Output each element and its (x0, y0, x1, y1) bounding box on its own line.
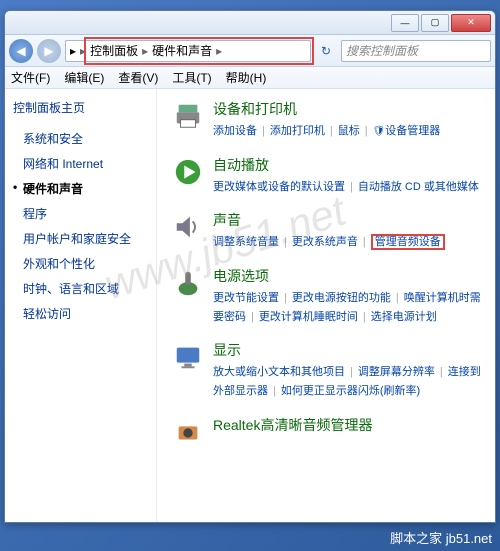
breadcrumb[interactable]: ▸ ▸ 控制面板 ▸ 硬件和声音 ▸ (65, 40, 311, 62)
category-title[interactable]: 设备和打印机 (213, 99, 481, 119)
category: 电源选项更改节能设置|更改电源按钮的功能|唤醒计算机时需要密码|更改计算机睡眠时… (171, 266, 481, 326)
sidebar: 控制面板主页 系统和安全网络和 Internet硬件和声音程序用户帐户和家庭安全… (5, 89, 157, 522)
sidebar-item[interactable]: 系统和安全 (13, 126, 148, 151)
back-button[interactable]: ◀ (9, 39, 33, 63)
category-link[interactable]: 添加设备 (213, 125, 257, 137)
sidebar-item[interactable]: 程序 (13, 201, 148, 226)
category-link[interactable]: 更改计算机睡眠时间 (259, 311, 358, 323)
search-input[interactable]: 搜索控制面板 (341, 40, 491, 62)
category: 设备和打印机添加设备 | 添加打印机 | 鼠标 | 🛡设备管理器 (171, 99, 481, 141)
menu-item[interactable]: 工具(T) (172, 69, 211, 86)
close-button[interactable]: ✕ (451, 14, 491, 32)
category-links: 放大或缩小文本和其他项目|调整屏幕分辨率|连接到外部显示器|如何更正显示器闪烁(… (213, 363, 481, 400)
play-icon (171, 155, 205, 189)
breadcrumb-sep: ▸ (80, 44, 86, 58)
breadcrumb-item[interactable]: 硬件和声音 (152, 42, 212, 59)
category-title[interactable]: 显示 (213, 340, 481, 360)
main-panel: 设备和打印机添加设备 | 添加打印机 | 鼠标 | 🛡设备管理器自动播放更改媒体或设备的默认… (157, 89, 495, 522)
printer-icon (171, 99, 205, 133)
category-link[interactable]: 更改电源按钮的功能 (292, 292, 391, 304)
link-divider: | (350, 366, 353, 378)
menu-item[interactable]: 编辑(E) (64, 69, 104, 86)
search-placeholder: 搜索控制面板 (346, 42, 418, 59)
realtek-icon (171, 415, 205, 449)
category-link[interactable]: 更改媒体或设备的默认设置 (213, 181, 345, 193)
breadcrumb-sep: ▸ (216, 44, 222, 58)
category-title[interactable]: Realtek高清晰音频管理器 (213, 415, 481, 435)
menubar: 文件(F) 编辑(E) 查看(V) 工具(T) 帮助(H) (5, 67, 495, 89)
link-divider: | (330, 125, 333, 137)
sidebar-item[interactable]: 轻松访问 (13, 301, 148, 326)
sidebar-heading[interactable]: 控制面板主页 (13, 99, 148, 116)
category-link[interactable]: 调整屏幕分辨率 (358, 366, 435, 378)
control-panel-window: — ▢ ✕ ◀ ▶ ▸ ▸ 控制面板 ▸ 硬件和声音 ▸ ↻ 搜索控制面板 文件… (4, 10, 496, 523)
category-title[interactable]: 电源选项 (213, 266, 481, 286)
link-divider: | (396, 292, 399, 304)
category-link[interactable]: 🛡设备管理器 (373, 125, 441, 137)
category: 显示放大或缩小文本和其他项目|调整屏幕分辨率|连接到外部显示器|如何更正显示器闪… (171, 340, 481, 400)
link-divider: | (262, 125, 265, 137)
menu-item[interactable]: 文件(F) (11, 69, 50, 86)
category-links: 更改节能设置|更改电源按钮的功能|唤醒计算机时需要密码|更改计算机睡眠时间|选择… (213, 289, 481, 326)
sidebar-item[interactable]: 硬件和声音 (13, 176, 148, 201)
category-link[interactable]: 鼠标 (338, 125, 360, 137)
link-divider: | (363, 311, 366, 323)
display-icon (171, 340, 205, 374)
category-link[interactable]: 调整系统音量 (213, 236, 279, 248)
category-link[interactable]: 更改系统声音 (292, 236, 358, 248)
sound-icon (171, 210, 205, 244)
refresh-button[interactable]: ↻ (315, 40, 337, 62)
content: 控制面板主页 系统和安全网络和 Internet硬件和声音程序用户帐户和家庭安全… (5, 89, 495, 522)
breadcrumb-item[interactable]: 控制面板 (90, 42, 138, 59)
forward-button[interactable]: ▶ (37, 39, 61, 63)
titlebar: — ▢ ✕ (5, 11, 495, 35)
power-icon (171, 266, 205, 300)
category-link[interactable]: 如何更正显示器闪烁(刷新率) (281, 385, 420, 397)
link-divider: | (251, 311, 254, 323)
navbar: ◀ ▶ ▸ ▸ 控制面板 ▸ 硬件和声音 ▸ ↻ 搜索控制面板 (5, 35, 495, 67)
category-links: 调整系统音量 | 更改系统声音 | 管理音频设备 (213, 233, 481, 252)
category-title[interactable]: 声音 (213, 210, 481, 230)
sidebar-item[interactable]: 时钟、语言和区域 (13, 276, 148, 301)
shield-icon: 🛡 (373, 126, 386, 137)
breadcrumb-sep: ▸ (142, 44, 148, 58)
menu-item[interactable]: 查看(V) (118, 69, 158, 86)
link-divider: | (284, 292, 287, 304)
category: 自动播放更改媒体或设备的默认设置 | 自动播放 CD 或其他媒体 (171, 155, 481, 197)
link-divider: | (350, 181, 353, 193)
link-divider: | (365, 125, 368, 137)
category: Realtek高清晰音频管理器 (171, 415, 481, 449)
category-link[interactable]: 管理音频设备 (371, 234, 445, 250)
category-links: 添加设备 | 添加打印机 | 鼠标 | 🛡设备管理器 (213, 122, 481, 141)
footer-credit: 脚本之家 jb51.net (390, 528, 492, 547)
link-divider: | (273, 385, 276, 397)
menu-item[interactable]: 帮助(H) (226, 69, 267, 86)
link-divider: | (284, 236, 287, 248)
breadcrumb-root-icon: ▸ (70, 44, 76, 58)
link-divider: | (363, 236, 366, 248)
minimize-button[interactable]: — (391, 14, 419, 32)
category-link[interactable]: 自动播放 CD 或其他媒体 (358, 181, 479, 193)
category: 声音调整系统音量 | 更改系统声音 | 管理音频设备 (171, 210, 481, 252)
category-link[interactable]: 放大或缩小文本和其他项目 (213, 366, 345, 378)
category-link[interactable]: 更改节能设置 (213, 292, 279, 304)
sidebar-item[interactable]: 外观和个性化 (13, 251, 148, 276)
sidebar-item[interactable]: 用户帐户和家庭安全 (13, 226, 148, 251)
category-link[interactable]: 添加打印机 (270, 125, 325, 137)
sidebar-item[interactable]: 网络和 Internet (13, 151, 148, 176)
maximize-button[interactable]: ▢ (421, 14, 449, 32)
category-title[interactable]: 自动播放 (213, 155, 481, 175)
category-links: 更改媒体或设备的默认设置 | 自动播放 CD 或其他媒体 (213, 178, 481, 197)
link-divider: | (440, 366, 443, 378)
category-link[interactable]: 选择电源计划 (371, 311, 437, 323)
